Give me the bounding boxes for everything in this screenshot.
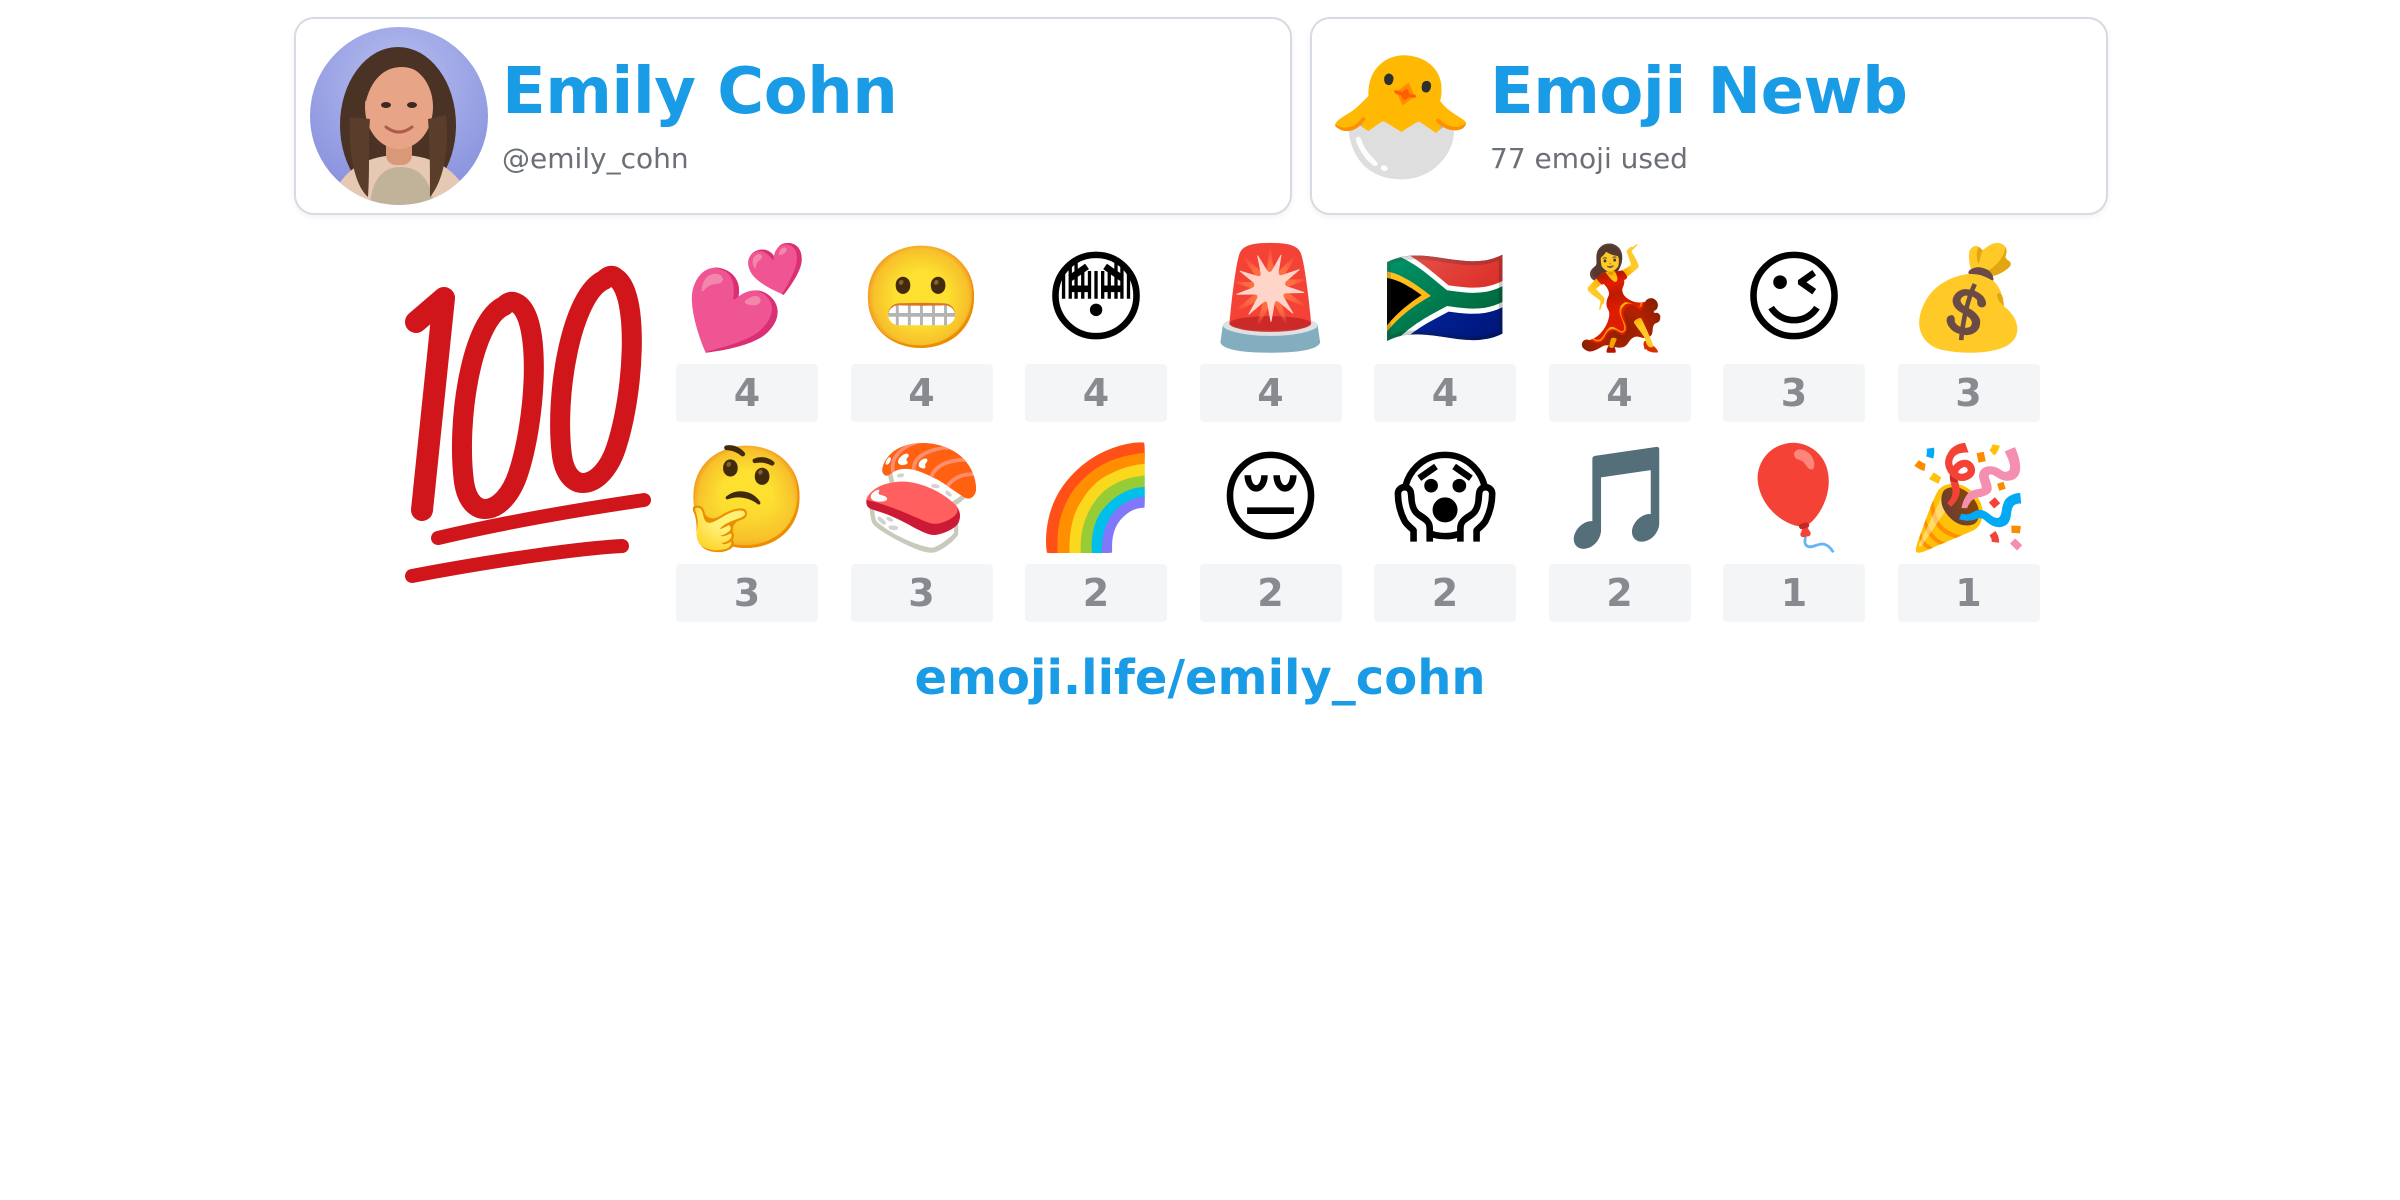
emoji-count: 4 <box>676 364 818 422</box>
emoji-stat[interactable]: 🤔 3 <box>676 436 818 636</box>
emoji-count: 4 <box>850 364 993 422</box>
woman-dancing-icon: 💃 <box>1557 239 1682 356</box>
emoji-count: 1 <box>1723 564 1865 622</box>
emoji-stat[interactable]: 😳 4 <box>1025 236 1167 436</box>
emoji-count: 2 <box>1374 564 1516 622</box>
emoji-stat[interactable]: 🍣 3 <box>850 436 993 636</box>
emoji-stat[interactable]: 🎉 1 <box>1897 436 2040 636</box>
emoji-count: 2 <box>1548 564 1691 622</box>
sushi-icon: 🍣 <box>859 439 984 556</box>
flushed-face-icon: 😳 <box>1043 239 1149 356</box>
emoji-stat[interactable]: 🎈 1 <box>1723 436 1865 636</box>
emoji-count: 2 <box>1199 564 1342 622</box>
money-bag-icon: 💰 <box>1906 239 2031 356</box>
emoji-stat[interactable]: 😬 4 <box>850 236 993 436</box>
thinking-face-icon: 🤔 <box>684 439 810 556</box>
profile-text: Emily Cohn @emily_cohn <box>502 57 898 175</box>
winking-face-icon: 😉 <box>1741 239 1847 356</box>
balloon-icon: 🎈 <box>1731 439 1857 556</box>
emoji-stat[interactable]: 😉 3 <box>1723 236 1865 436</box>
emoji-stat[interactable]: 🚨 4 <box>1199 236 1342 436</box>
emoji-stat[interactable]: 💃 4 <box>1548 236 1691 436</box>
emoji-stat[interactable]: 💕 4 <box>676 236 818 436</box>
emoji-count: 4 <box>1025 364 1167 422</box>
emoji-count: 3 <box>1897 364 2040 422</box>
emoji-stats-grid: 💕 4 😬 4 😳 4 🚨 4 🇿🇦 4 💃 4 😉 3 💰 3 🤔 3 🍣 3… <box>676 236 2040 636</box>
musical-note-icon: 🎵 <box>1557 439 1682 556</box>
emoji-count: 1 <box>1897 564 2040 622</box>
emoji-stat[interactable]: 💰 3 <box>1897 236 2040 436</box>
avatar[interactable] <box>310 27 488 205</box>
pensive-face-icon: 😔 <box>1218 439 1323 556</box>
grimacing-face-icon: 😬 <box>859 239 984 356</box>
rank-text: Emoji Newb 77 emoji used <box>1490 55 1908 175</box>
hatching-chick-icon: 🐣 <box>1326 46 1476 185</box>
rank-title: Emoji Newb <box>1490 55 1908 130</box>
south-africa-flag-icon: 🇿🇦 <box>1382 239 1508 356</box>
emoji-stat[interactable]: 😱 2 <box>1374 436 1516 636</box>
rainbow-icon: 🌈 <box>1033 439 1159 556</box>
emoji-count: 4 <box>1199 364 1342 422</box>
police-light-icon: 🚨 <box>1208 239 1333 356</box>
emoji-stat[interactable]: 🎵 2 <box>1548 436 1691 636</box>
party-popper-icon: 🎉 <box>1906 439 2031 556</box>
profile-handle: @emily_cohn <box>502 141 689 175</box>
rank-card: 🐣 Emoji Newb 77 emoji used <box>1310 17 2108 215</box>
emoji-count: 4 <box>1374 364 1516 422</box>
profile-card[interactable]: Emily Cohn @emily_cohn <box>294 17 1292 215</box>
emoji-stat[interactable]: 😔 2 <box>1199 436 1342 636</box>
emoji-count: 3 <box>850 564 993 622</box>
emoji-count: 3 <box>676 564 818 622</box>
hundred-points-icon <box>386 260 666 590</box>
emoji-count: 2 <box>1025 564 1167 622</box>
profile-name[interactable]: Emily Cohn <box>502 57 898 128</box>
profile-link[interactable]: emoji.life/emily_cohn <box>0 650 2400 706</box>
emoji-used-count: 77 emoji used <box>1490 141 1688 175</box>
screaming-face-icon: 😱 <box>1392 439 1498 556</box>
emoji-count: 3 <box>1723 364 1865 422</box>
emoji-count: 4 <box>1548 364 1691 422</box>
emoji-stat[interactable]: 🌈 2 <box>1025 436 1167 636</box>
two-hearts-icon: 💕 <box>684 239 810 356</box>
emoji-stat[interactable]: 🇿🇦 4 <box>1374 236 1516 436</box>
